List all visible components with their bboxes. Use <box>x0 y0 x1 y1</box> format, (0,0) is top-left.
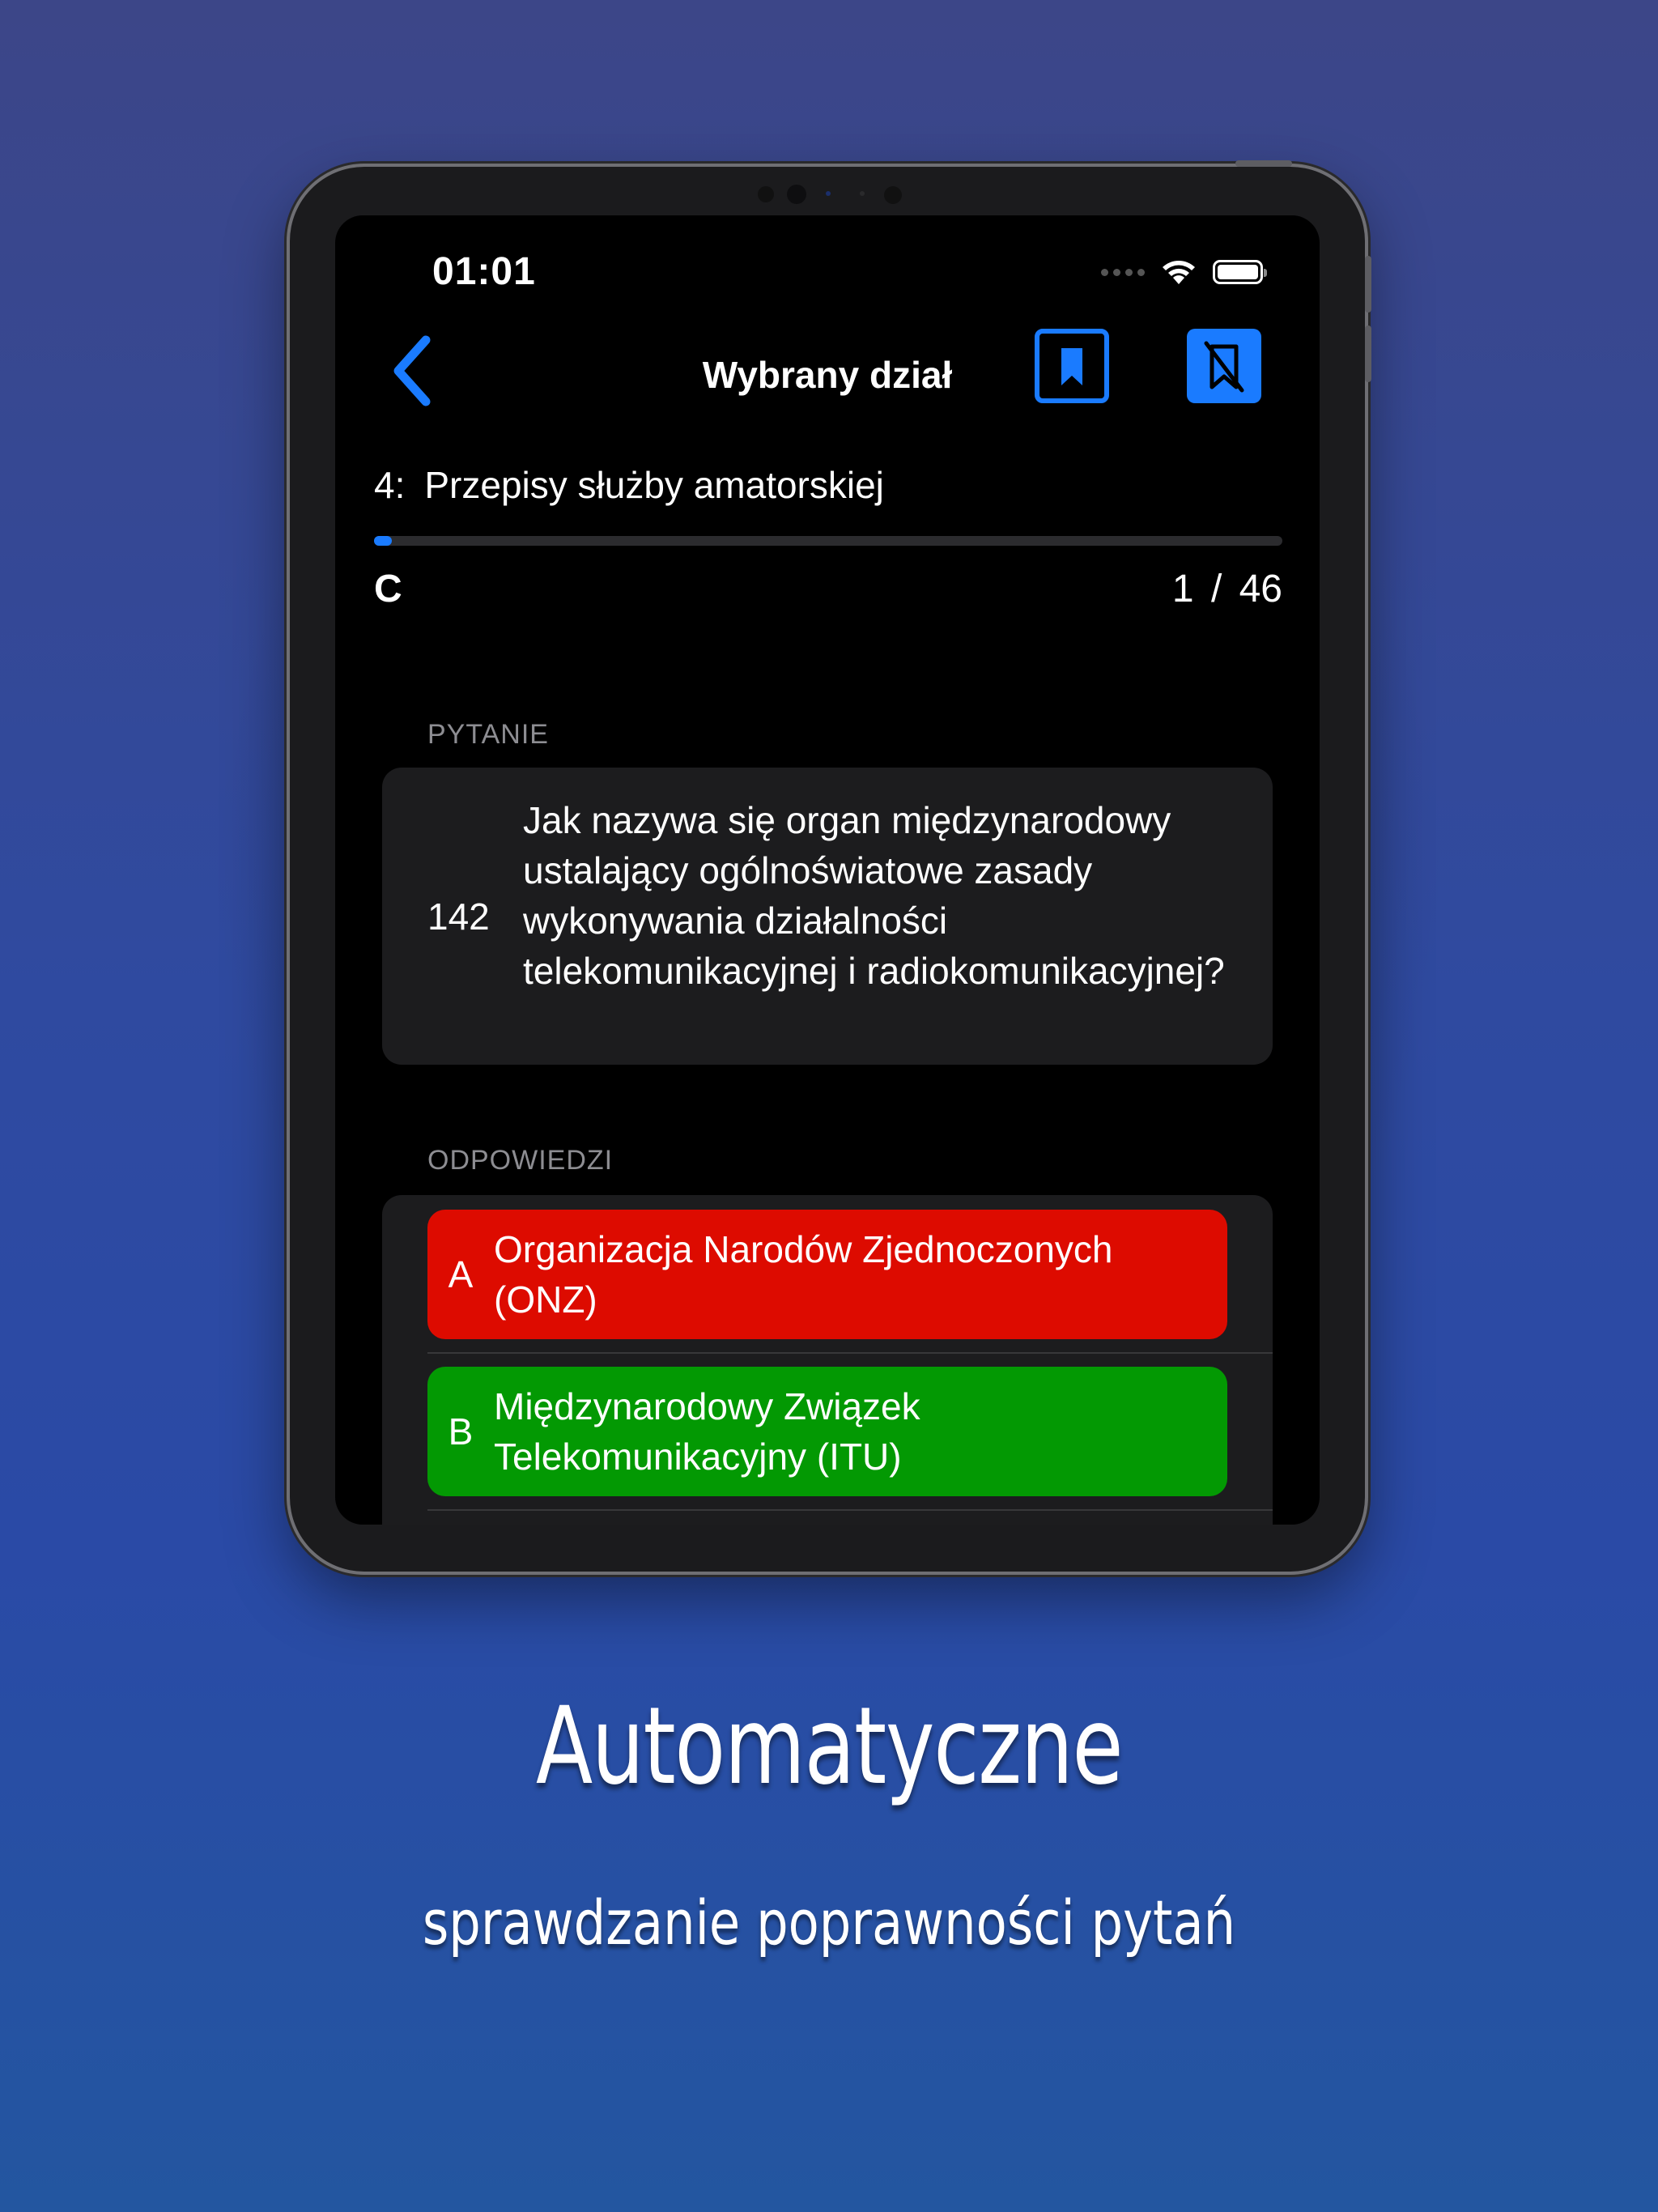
answer-text: Międzynarodowy Związek Telekomunikacyjny… <box>494 1385 920 1478</box>
section-number: 4: <box>374 464 406 506</box>
answer-letter: A <box>448 1253 474 1295</box>
answer-divider <box>427 1509 1273 1511</box>
question-card: 142 Jak nazywa się organ międzynarodowy … <box>382 768 1273 1065</box>
progress-fill <box>374 536 393 546</box>
status-indicators <box>1101 257 1267 287</box>
bookmark-icon <box>1061 348 1082 385</box>
answers-section-label: ODPOWIEDZI <box>427 1145 614 1176</box>
answer-a-incorrect[interactable]: A Organizacja Narodów Zjednoczonych (ONZ… <box>427 1210 1227 1339</box>
section-name: Przepisy służby amatorskiej <box>424 464 884 506</box>
volume-up-button <box>1365 256 1371 313</box>
answer-text: Organizacja Narodów Zjednoczonych (ONZ) <box>494 1228 1113 1321</box>
camera-indicator <box>826 191 831 196</box>
progress-bar <box>374 536 1282 546</box>
section-title: 4: Przepisy służby amatorskiej <box>374 463 884 507</box>
question-number: 142 <box>427 895 490 938</box>
cellular-signal-icon <box>1101 268 1145 276</box>
top-button <box>1235 160 1292 167</box>
camera-bar <box>290 178 1365 204</box>
answers-card: A Organizacja Narodów Zjednoczonych (ONZ… <box>382 1195 1273 1525</box>
ipad-frame: 01:01 Wybrany dział 4: Przepisy służby a… <box>290 160 1371 1572</box>
volume-down-button <box>1365 325 1371 382</box>
sensor-dot <box>758 186 774 202</box>
sensor-dot-right <box>884 186 902 204</box>
remove-bookmark-button[interactable] <box>1187 329 1261 403</box>
answer-b-correct[interactable]: B Międzynarodowy Związek Telekomunikacyj… <box>427 1367 1227 1496</box>
promo-title: Automatyczne <box>535 1684 1124 1809</box>
answer-divider <box>427 1352 1273 1354</box>
sensor-dot-small <box>860 191 865 196</box>
question-counter: 1 / 46 <box>1171 568 1282 610</box>
promo-subtitle: sprawdzanie poprawności pytań <box>422 1887 1236 1959</box>
navigation-bar: Wybrany dział <box>335 329 1320 426</box>
question-text: Jak nazywa się organ międzynarodowy usta… <box>523 799 1225 992</box>
battery-icon <box>1213 260 1267 284</box>
answer-letter: B <box>448 1410 474 1453</box>
app-screen: 01:01 Wybrany dział 4: Przepisy służby a… <box>335 215 1320 1525</box>
bookmark-button[interactable] <box>1035 329 1109 403</box>
wifi-icon <box>1163 261 1195 284</box>
nav-title: Wybrany dział <box>702 354 953 396</box>
bookmark-slash-icon <box>1204 341 1244 393</box>
camera-lens <box>787 185 806 204</box>
status-time: 01:01 <box>432 250 536 293</box>
question-section-label: PYTANIE <box>427 719 549 750</box>
grade-label: C <box>374 568 402 610</box>
